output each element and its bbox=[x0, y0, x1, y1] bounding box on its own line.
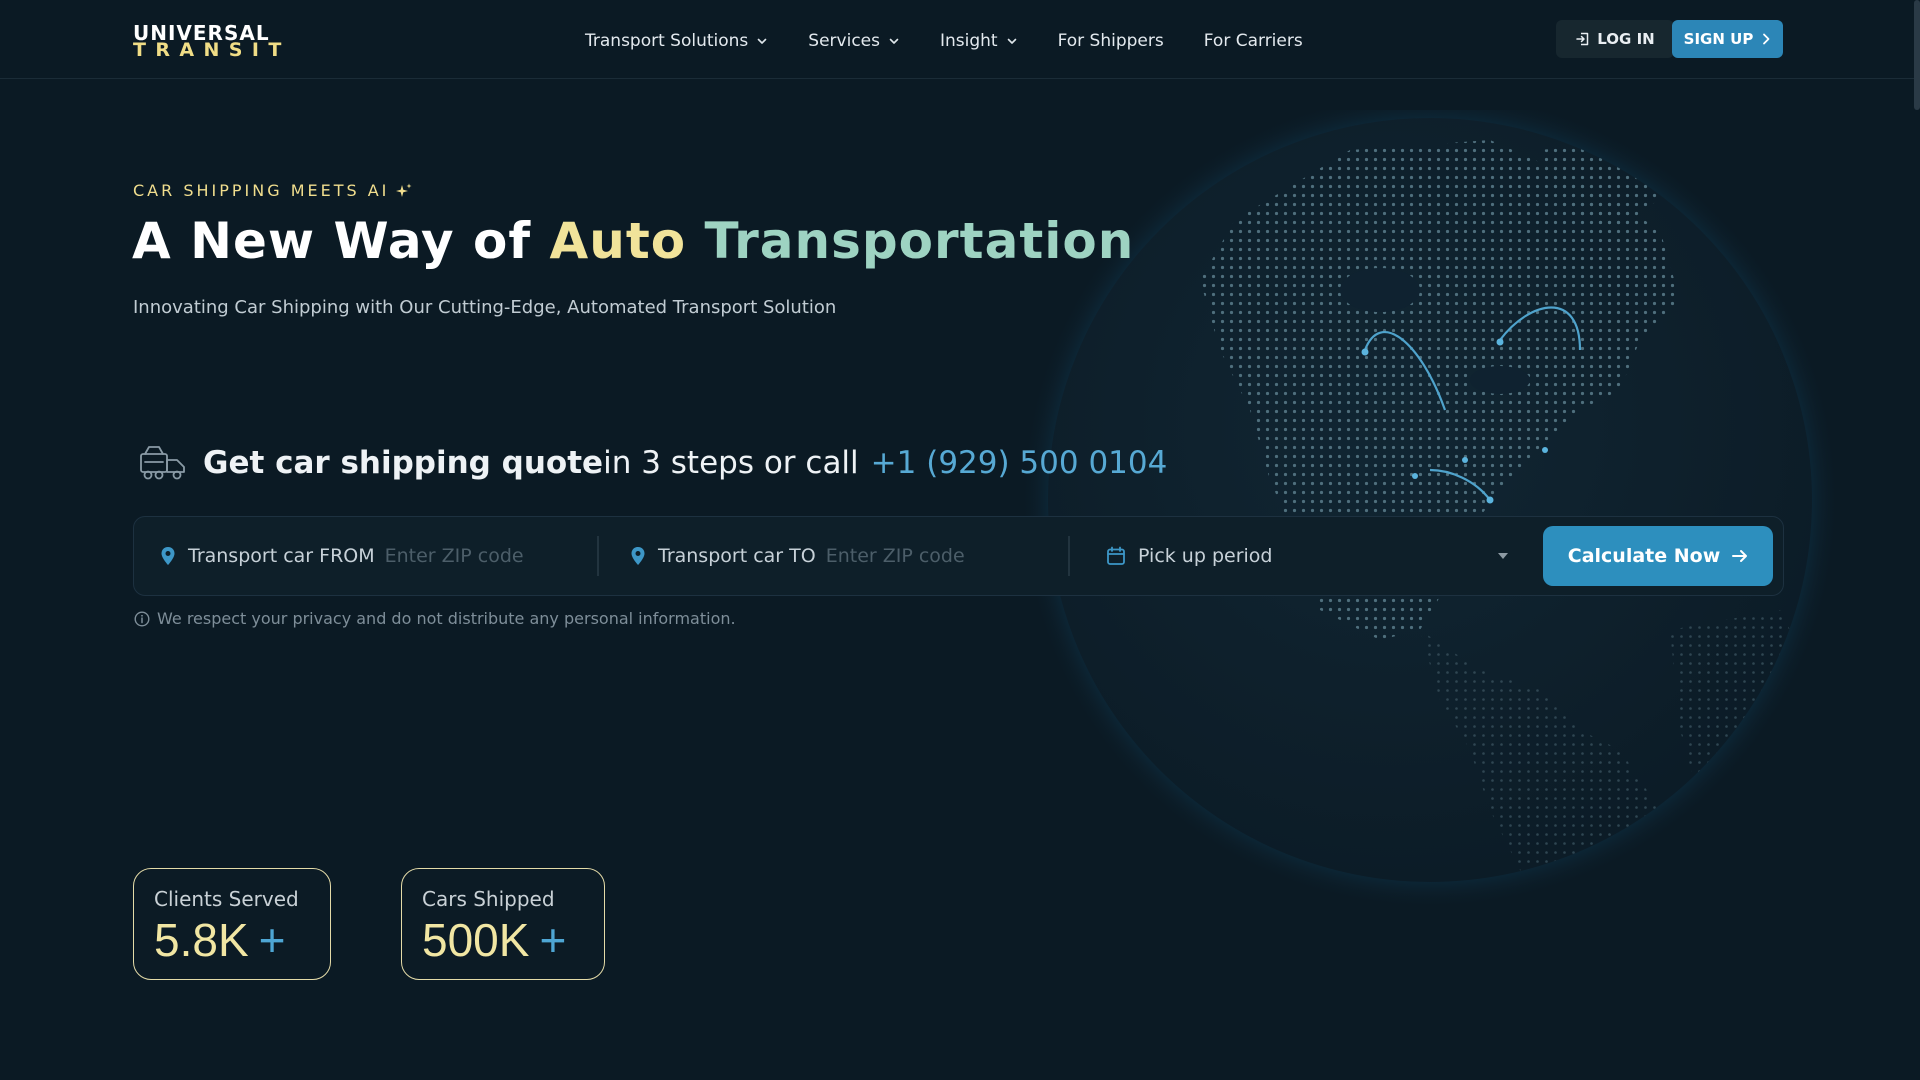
caret-down-icon bbox=[1498, 553, 1508, 559]
title-part-1: A New Way of bbox=[132, 212, 550, 270]
from-zip-input[interactable]: Enter ZIP code bbox=[385, 545, 524, 567]
calculate-now-button[interactable]: Calculate Now bbox=[1543, 526, 1773, 586]
stat-number: 500K bbox=[422, 914, 530, 966]
signup-button[interactable]: SIGN UP bbox=[1672, 20, 1783, 58]
calculate-now-label: Calculate Now bbox=[1567, 545, 1721, 567]
pickup-period-select[interactable]: Pick up period bbox=[1106, 517, 1508, 595]
to-zip-input[interactable]: Enter ZIP code bbox=[826, 545, 965, 567]
title-part-transportation: Transportation bbox=[704, 212, 1135, 270]
calendar-icon bbox=[1107, 546, 1125, 565]
stat-card-cars-shipped: Cars Shipped 500K + bbox=[401, 868, 605, 980]
pickup-period-label: Pick up period bbox=[1138, 545, 1273, 567]
location-pin-icon bbox=[161, 547, 175, 565]
hero-title: A New Way of Auto Transportation bbox=[132, 212, 1134, 270]
nav-item-for-shippers[interactable]: For Shippers bbox=[1058, 31, 1164, 51]
login-button[interactable]: LOG IN bbox=[1556, 20, 1674, 58]
chevron-down-icon bbox=[1007, 38, 1016, 44]
stat-label: Cars Shipped bbox=[422, 887, 555, 911]
stat-number: 5.8K bbox=[154, 914, 249, 966]
privacy-note: We respect your privacy and do not distr… bbox=[134, 609, 736, 628]
field-divider bbox=[597, 536, 599, 576]
nav-item-label: For Carriers bbox=[1203, 31, 1303, 51]
hero-eyebrow: CAR SHIPPING MEETS AI bbox=[133, 181, 413, 200]
site-header: UNIVERSAL TRANSIT Transport Solutions Se… bbox=[0, 0, 1920, 79]
car-carrier-truck-icon bbox=[140, 446, 185, 480]
nav-item-label: Transport Solutions bbox=[585, 31, 749, 51]
field-divider bbox=[1068, 536, 1070, 576]
chevron-down-icon bbox=[889, 38, 899, 44]
nav-item-for-carriers[interactable]: For Carriers bbox=[1204, 31, 1303, 51]
brand-logo[interactable]: UNIVERSAL TRANSIT bbox=[133, 23, 295, 60]
stat-label: Clients Served bbox=[154, 887, 299, 911]
title-part-auto: Auto bbox=[549, 212, 687, 270]
login-icon bbox=[1576, 32, 1589, 46]
stat-value: 5.8K + bbox=[154, 913, 286, 967]
chevron-right-icon bbox=[1763, 33, 1770, 45]
nav-item-transport-solutions[interactable]: Transport Solutions bbox=[585, 31, 768, 51]
login-label: LOG IN bbox=[1597, 30, 1655, 48]
stat-card-clients-served: Clients Served 5.8K + bbox=[133, 868, 331, 980]
privacy-text: We respect your privacy and do not distr… bbox=[157, 609, 736, 628]
quote-heading: Get car shipping quote in 3 steps or cal… bbox=[137, 442, 1167, 484]
chevron-down-icon bbox=[757, 38, 767, 44]
quote-rest-text: in 3 steps or call bbox=[603, 445, 859, 481]
stat-suffix: + bbox=[539, 914, 567, 966]
location-pin-icon bbox=[631, 547, 645, 565]
from-label: Transport car FROM bbox=[188, 545, 375, 567]
to-zip-field[interactable]: Transport car TO Enter ZIP code bbox=[630, 517, 965, 595]
signup-label: SIGN UP bbox=[1683, 30, 1754, 48]
hero-subtitle: Innovating Car Shipping with Our Cutting… bbox=[133, 297, 837, 318]
sparkle-icon bbox=[396, 183, 412, 197]
phone-link[interactable]: +1 (929) 500 0104 bbox=[871, 445, 1168, 481]
stat-value: 500K + bbox=[422, 913, 566, 967]
eyebrow-text: CAR SHIPPING MEETS AI bbox=[133, 181, 390, 200]
nav-item-services[interactable]: Services bbox=[808, 31, 900, 51]
to-label: Transport car TO bbox=[658, 545, 816, 567]
brand-line-2: TRANSIT bbox=[133, 39, 291, 61]
stat-suffix: + bbox=[258, 914, 286, 966]
nav-item-insight[interactable]: Insight bbox=[940, 31, 1018, 51]
info-icon bbox=[134, 610, 150, 627]
nav-item-label: Insight bbox=[939, 31, 998, 51]
main-nav: Transport Solutions Services Insight For… bbox=[585, 29, 1343, 53]
quote-strong-text: Get car shipping quote bbox=[203, 445, 604, 481]
arrow-right-icon bbox=[1732, 550, 1748, 562]
quote-form: Transport car FROM Enter ZIP code Transp… bbox=[133, 516, 1784, 596]
page-scrollbar[interactable] bbox=[1914, 0, 1920, 110]
nav-item-label: Services bbox=[808, 31, 880, 51]
nav-item-label: For Shippers bbox=[1057, 31, 1164, 51]
from-zip-field[interactable]: Transport car FROM Enter ZIP code bbox=[160, 517, 524, 595]
